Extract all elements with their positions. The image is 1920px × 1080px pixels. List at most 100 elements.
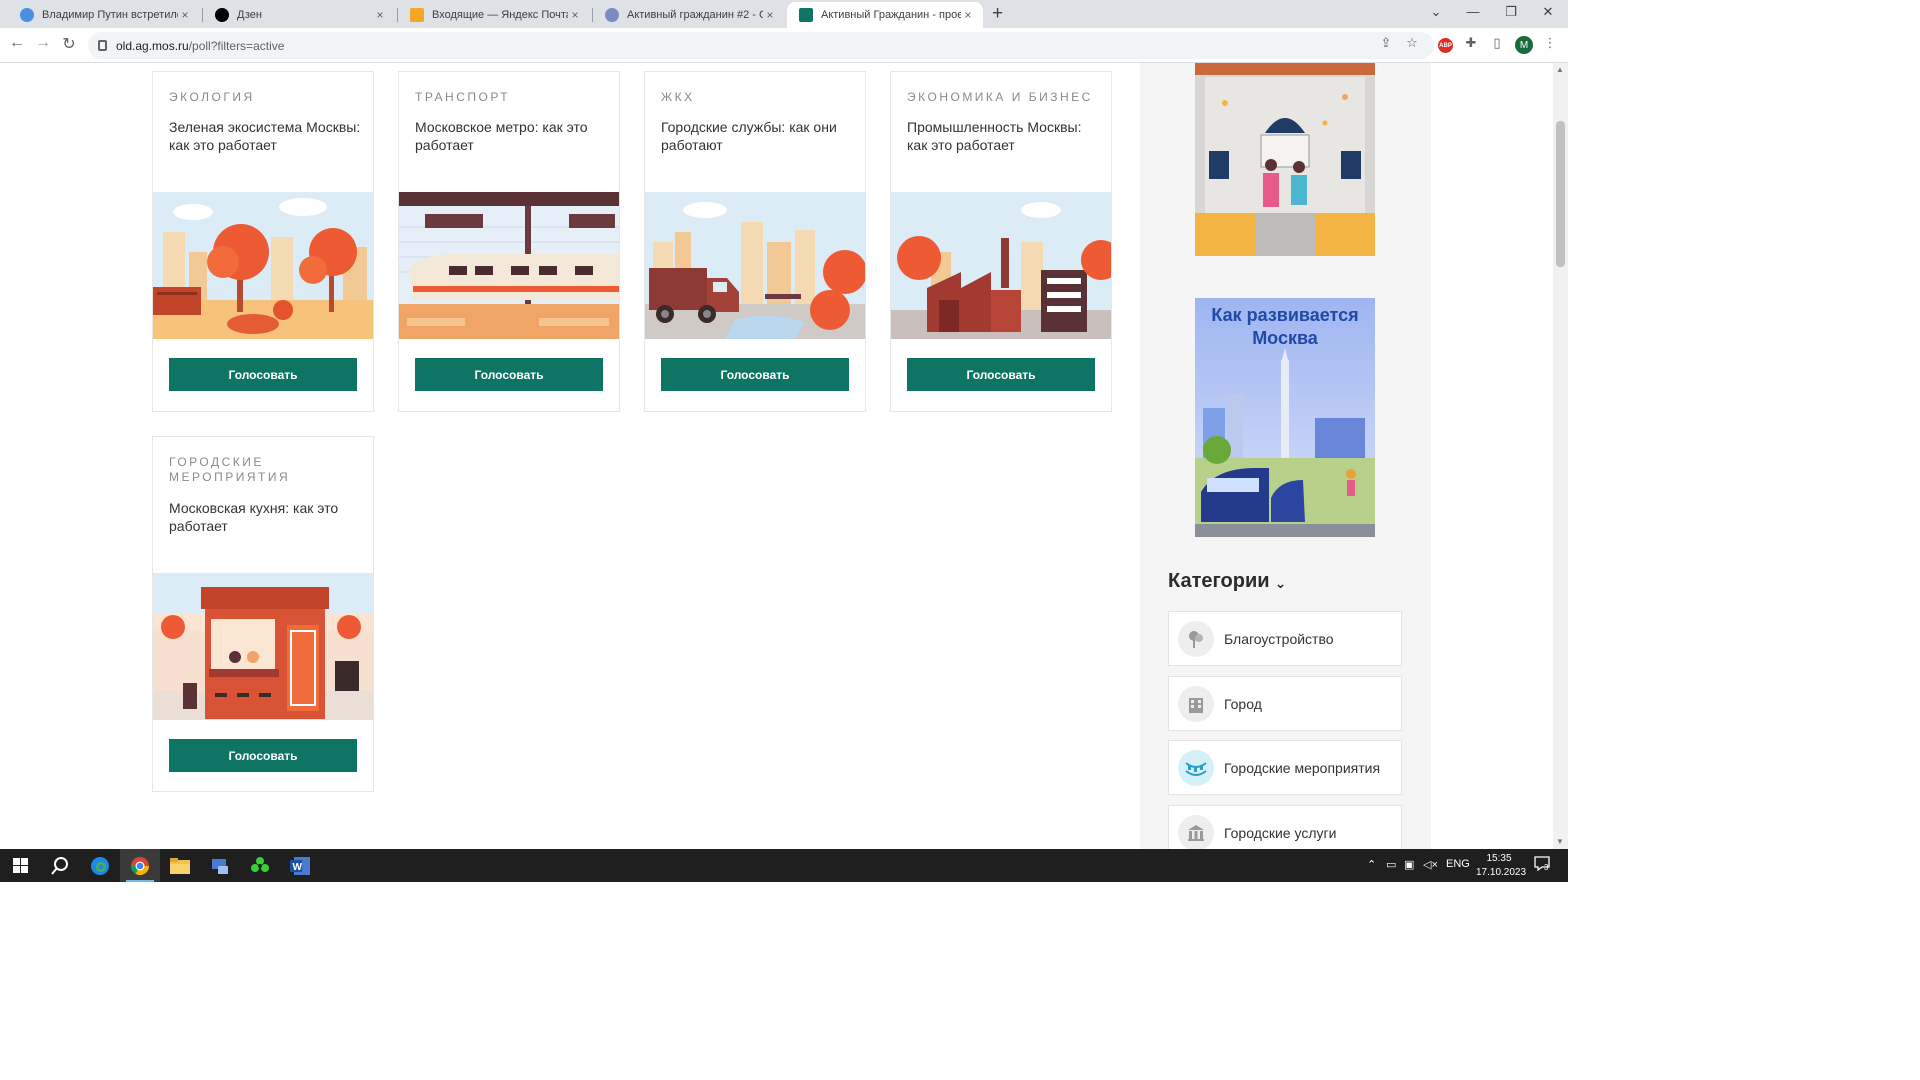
- close-tab-icon[interactable]: ×: [961, 8, 975, 22]
- vote-button[interactable]: Голосовать: [169, 358, 357, 391]
- extensions-puzzle-icon[interactable]: ✚: [1461, 35, 1481, 51]
- windows-taskbar: W ⌃ ▭ ▣ ◁× ENG 15:35 17.10.2023 3: [0, 849, 1568, 882]
- category-label: Городские услуги: [1224, 824, 1337, 841]
- category-item-city-events[interactable]: Городские мероприятия: [1168, 740, 1402, 795]
- poll-card-economy[interactable]: ЭКОНОМИКА И БИЗНЕС Промышленность Москвы…: [890, 71, 1112, 412]
- close-tab-icon[interactable]: ×: [763, 8, 777, 22]
- vote-button[interactable]: Голосовать: [415, 358, 603, 391]
- tab-title: Владимир Путин встретился с С: [42, 9, 178, 21]
- close-window-icon[interactable]: ✕: [1538, 4, 1558, 20]
- back-arrow-icon[interactable]: ←: [6, 34, 28, 52]
- poll-illustration-factory[interactable]: [891, 192, 1111, 339]
- svg-text:W: W: [293, 862, 303, 873]
- poll-title[interactable]: Городские службы: как они работают: [661, 118, 853, 154]
- language-indicator[interactable]: ENG: [1446, 858, 1470, 870]
- close-tab-icon[interactable]: ×: [178, 8, 192, 22]
- banner-title: Как развивается Москва: [1211, 305, 1359, 348]
- tab-active-citizen-2[interactable]: Активный гражданин #2 - Стра ×: [593, 2, 785, 28]
- poll-category: ЭКОЛОГИЯ: [169, 90, 255, 104]
- vote-button[interactable]: Голосовать: [661, 358, 849, 391]
- close-tab-icon[interactable]: ×: [373, 8, 387, 22]
- poll-card-housing[interactable]: ЖКХ Городские службы: как они работают Г…: [644, 71, 866, 412]
- url-path: /poll?filters=active: [188, 38, 285, 53]
- volume-muted-icon[interactable]: ◁×: [1423, 858, 1438, 871]
- page-viewport: ЭКОЛОГИЯ Зеленая экосистема Москвы: как …: [0, 63, 1553, 849]
- garland-icon: [1178, 749, 1214, 786]
- notification-center-icon[interactable]: 3: [1534, 856, 1550, 874]
- poll-title[interactable]: Промышленность Москвы: как это работает: [907, 118, 1099, 154]
- poll-illustration-truck[interactable]: [645, 192, 865, 339]
- file-explorer-icon[interactable]: [160, 849, 200, 882]
- address-bar[interactable]: old.ag.mos.ru/poll?filters=active: [88, 32, 1434, 59]
- poll-card-transport[interactable]: ТРАНСПОРТ Московское метро: как это рабо…: [398, 71, 620, 412]
- forward-arrow-icon[interactable]: →: [32, 34, 54, 52]
- category-label: Город: [1224, 695, 1262, 712]
- edge-browser-icon[interactable]: [80, 849, 120, 882]
- tab-putin-news[interactable]: Владимир Путин встретился с С ×: [8, 2, 200, 28]
- government-icon: [1178, 814, 1214, 849]
- adblock-extension-icon[interactable]: ABP: [1438, 38, 1453, 53]
- word-app-icon[interactable]: W: [280, 849, 320, 882]
- browser-menu-icon[interactable]: ⋮: [1540, 35, 1560, 51]
- tray-app-icon[interactable]: ▭: [1386, 858, 1396, 871]
- vote-button[interactable]: Голосовать: [907, 358, 1095, 391]
- page-scrollbar[interactable]: ▲ ▼: [1553, 63, 1568, 849]
- banner-moscow-development[interactable]: Как развивается Москва: [1195, 298, 1375, 537]
- poll-title[interactable]: Зеленая экосистема Москвы: как это работ…: [169, 118, 361, 154]
- network-app-icon[interactable]: [200, 849, 240, 882]
- poll-card-ecology[interactable]: ЭКОЛОГИЯ Зеленая экосистема Москвы: как …: [152, 71, 374, 412]
- banner-moskino[interactable]: [1195, 63, 1375, 256]
- page-favicon-icon: [605, 8, 619, 22]
- tab-title: Входящие — Яндекс Почта: [432, 9, 568, 21]
- poll-title[interactable]: Московская кухня: как это работает: [169, 499, 361, 535]
- maximize-icon[interactable]: ❐: [1501, 4, 1521, 20]
- vote-button[interactable]: Голосовать: [169, 739, 357, 772]
- reload-icon[interactable]: ↻: [58, 34, 80, 54]
- profile-avatar[interactable]: M: [1515, 36, 1533, 54]
- poll-illustration-park[interactable]: [153, 192, 373, 339]
- start-windows-icon[interactable]: [0, 849, 40, 882]
- chevron-down-icon[interactable]: ⌄: [1275, 575, 1287, 592]
- new-tab-button[interactable]: +: [992, 3, 1003, 25]
- scrollbar-thumb[interactable]: [1556, 121, 1565, 267]
- tab-yandex-mail[interactable]: Входящие — Яндекс Почта ×: [398, 2, 590, 28]
- minimize-icon[interactable]: —: [1463, 4, 1483, 19]
- clock-time: 15:35: [1486, 853, 1512, 864]
- lock-icon[interactable]: [98, 40, 107, 51]
- dzen-favicon-icon: [215, 8, 229, 22]
- building-icon: [1178, 685, 1214, 722]
- tab-title: Активный гражданин #2 - Стра: [627, 9, 763, 21]
- poll-illustration-kitchen[interactable]: [153, 573, 373, 720]
- category-item-city-services[interactable]: Городские услуги: [1168, 805, 1402, 849]
- network-icon[interactable]: ▣: [1404, 858, 1414, 871]
- url-text[interactable]: old.ag.mos.ru/poll?filters=active: [116, 39, 284, 53]
- poll-category: ЖКХ: [661, 90, 695, 104]
- categories-heading[interactable]: Категории ⌄: [1168, 570, 1286, 593]
- news-favicon-icon: [20, 8, 34, 22]
- tab-search-icon[interactable]: ⌄: [1426, 4, 1446, 20]
- tab-active-citizen[interactable]: Активный Гражданин - проект ×: [787, 2, 983, 28]
- poll-category: ЭКОНОМИКА И БИЗНЕС: [907, 90, 1093, 104]
- share-icon[interactable]: ⇪: [1376, 35, 1396, 51]
- side-panel-icon[interactable]: ▯: [1487, 35, 1507, 51]
- close-tab-icon[interactable]: ×: [568, 8, 582, 22]
- poll-title[interactable]: Московское метро: как это работает: [415, 118, 607, 154]
- tab-title: Активный Гражданин - проект: [821, 9, 961, 21]
- category-item-city[interactable]: Город: [1168, 676, 1402, 731]
- scroll-up-arrow-icon[interactable]: ▲: [1556, 65, 1564, 74]
- poll-card-city-events[interactable]: ГОРОДСКИЕ МЕРОПРИЯТИЯ Московская кухня: …: [152, 436, 374, 792]
- system-clock[interactable]: 15:35 17.10.2023: [1476, 852, 1526, 880]
- poll-illustration-metro[interactable]: [399, 192, 619, 339]
- bookmark-star-icon[interactable]: ☆: [1402, 35, 1422, 51]
- url-host: old.ag.mos.ru: [116, 38, 189, 53]
- tree-icon: [1178, 620, 1214, 657]
- chrome-browser-icon[interactable]: [120, 849, 160, 882]
- categories-heading-text: Категории: [1168, 570, 1270, 592]
- scroll-down-arrow-icon[interactable]: ▼: [1556, 837, 1564, 846]
- mail-favicon-icon: [410, 8, 424, 22]
- category-item-landscaping[interactable]: Благоустройство: [1168, 611, 1402, 666]
- tab-dzen[interactable]: Дзен ×: [203, 2, 395, 28]
- game-app-icon[interactable]: [240, 849, 280, 882]
- search-icon[interactable]: [40, 849, 80, 882]
- tray-chevron-up-icon[interactable]: ⌃: [1367, 858, 1376, 871]
